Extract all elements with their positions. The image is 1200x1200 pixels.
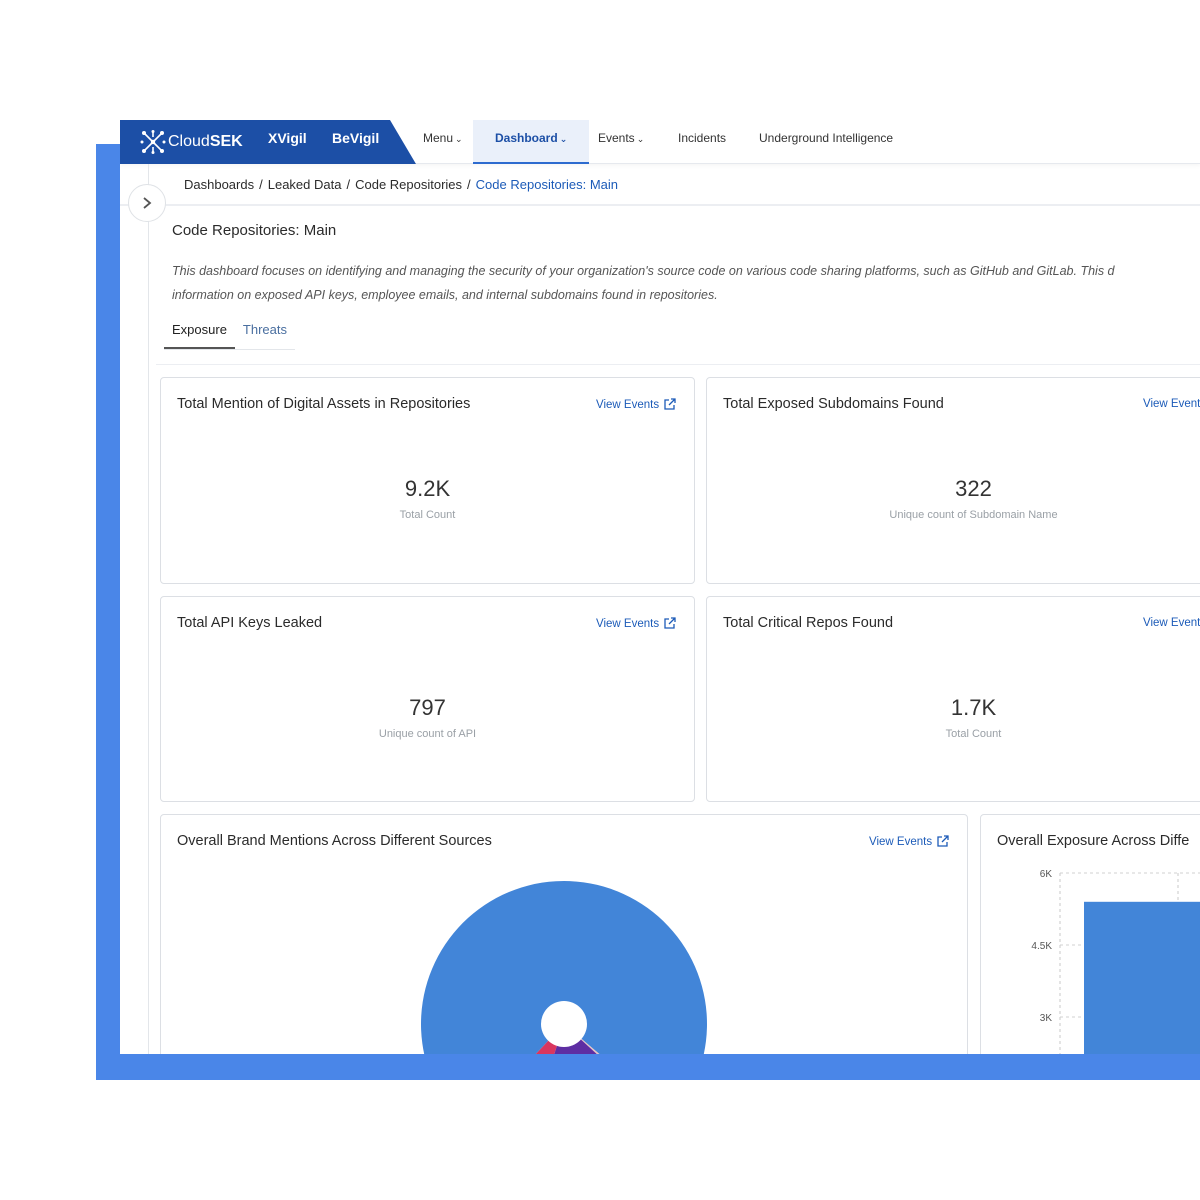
view-events-label: View Events: [596, 617, 660, 630]
card-api-keys-leaked: Total API Keys Leaked View Events 797 Un…: [160, 596, 695, 802]
metric-value: 9.2K: [404, 476, 451, 501]
y-tick-label: 3K: [1040, 1013, 1053, 1024]
metric-caption: Unique count of Subdomain Name: [889, 509, 1058, 521]
card-title: Total Exposed Subdomains Found: [723, 396, 944, 412]
page-description-line: information on exposed API keys, employe…: [172, 288, 718, 302]
tab-exposure[interactable]: Exposure: [164, 318, 235, 349]
view-events-label: View Event: [1143, 617, 1200, 629]
view-events-link[interactable]: View Events: [596, 398, 676, 411]
top-navigation: Cloud SEK XVigil BeVigil Menu ⌄ Dashboard ⌄…: [120, 120, 1200, 164]
metric-caption: Total Count: [399, 509, 456, 521]
card-exposure-chart: Overall Exposure Across Diffe 6K 4.5K 3K: [980, 814, 1200, 1054]
sidebar-expand-button[interactable]: [128, 184, 166, 222]
breadcrumb-current: Code Repositories: Main: [475, 177, 619, 192]
breadcrumb-separator: /: [467, 177, 471, 192]
chevron-down-icon: ⌄: [455, 134, 463, 144]
dashboard-tabs: Exposure Threats: [164, 318, 295, 350]
chevron-right-icon: [143, 197, 152, 209]
view-events-label: View Events: [596, 398, 660, 411]
nav-events[interactable]: Events ⌄: [598, 120, 644, 164]
metric-value: 797: [409, 695, 446, 720]
nav-xvigil[interactable]: XVigil: [268, 120, 307, 164]
view-events-link[interactable]: View Event: [1143, 617, 1200, 629]
breadcrumb-dashboards[interactable]: Dashboards: [184, 177, 254, 192]
external-link-icon: [664, 617, 676, 629]
exposure-bar-chart: 6K 4.5K 3K: [1031, 869, 1200, 1054]
metric-value: 322: [955, 476, 992, 501]
bar-1[interactable]: [1084, 901, 1200, 1054]
tabs-divider: [156, 364, 1200, 365]
chevron-down-icon: ⌄: [636, 134, 645, 144]
page-title: Code Repositories: Main: [172, 222, 337, 239]
chevron-down-icon: ⌄: [559, 134, 568, 144]
metric-caption: Unique count of API: [378, 728, 477, 740]
nav-dashboard-label: Dashboard: [495, 131, 558, 145]
nav-menu-label: Menu: [423, 131, 454, 145]
view-events-link[interactable]: View Events: [596, 617, 676, 630]
y-tick-label: 6K: [1040, 869, 1053, 880]
brand-mentions-pie-chart: [421, 881, 707, 1054]
breadcrumb-code-repositories[interactable]: Code Repositories: [355, 177, 462, 192]
view-events-label: View Event: [1143, 398, 1200, 410]
nav-menu[interactable]: Menu ⌄: [423, 120, 463, 164]
card-brand-mentions-chart: Overall Brand Mentions Across Different …: [160, 814, 968, 1054]
nav-incidents[interactable]: Incidents: [678, 120, 726, 164]
breadcrumb: Dashboards / Leaked Data / Code Repositories…: [184, 177, 618, 192]
nav-dashboard[interactable]: Dashboard ⌄: [473, 120, 590, 164]
y-tick-label: 4.5K: [1031, 941, 1052, 952]
cloudsek-logo-icon: [140, 130, 166, 154]
metric-value: 1.7K: [950, 695, 997, 720]
breadcrumb-separator: /: [346, 177, 351, 192]
breadcrumb-separator: /: [259, 177, 263, 192]
card-title: Total API Keys Leaked: [177, 615, 323, 631]
cloudsek-logo[interactable]: Cloud SEK: [140, 125, 243, 159]
card-exposed-subdomains: Total Exposed Subdomains Found View Even…: [706, 377, 1200, 584]
card-title: Total Mention of Digital Assets in Repos…: [177, 396, 471, 412]
sidebar-divider: [148, 164, 149, 1054]
view-events-link[interactable]: View Event: [1143, 398, 1200, 410]
logo-text-cloud: Cloud: [168, 133, 210, 150]
card-title: Total Critical Repos Found: [723, 615, 894, 631]
app-window: Cloud SEK XVigil BeVigil Menu ⌄ Dashboard ⌄…: [120, 120, 1200, 1054]
tab-threats[interactable]: Threats: [235, 318, 295, 349]
logo-text-sek: SEK: [209, 133, 243, 150]
external-link-icon: [664, 398, 676, 410]
nav-underground-intelligence[interactable]: Underground Intelligence: [759, 120, 893, 164]
page-description-line: This dashboard focuses on identifying an…: [172, 264, 1115, 278]
nav-bevigil[interactable]: BeVigil: [332, 120, 379, 164]
page-description: This dashboard focuses on identifying an…: [172, 259, 1200, 307]
breadcrumb-leaked-data[interactable]: Leaked Data: [268, 177, 342, 192]
nav-events-label: Events: [598, 131, 635, 145]
card-total-mentions: Total Mention of Digital Assets in Repos…: [160, 377, 695, 584]
pie-center-hole: [541, 1001, 587, 1047]
card-critical-repos: Total Critical Repos Found View Event 1.…: [706, 596, 1200, 802]
metric-caption: Total Count: [945, 728, 1002, 740]
